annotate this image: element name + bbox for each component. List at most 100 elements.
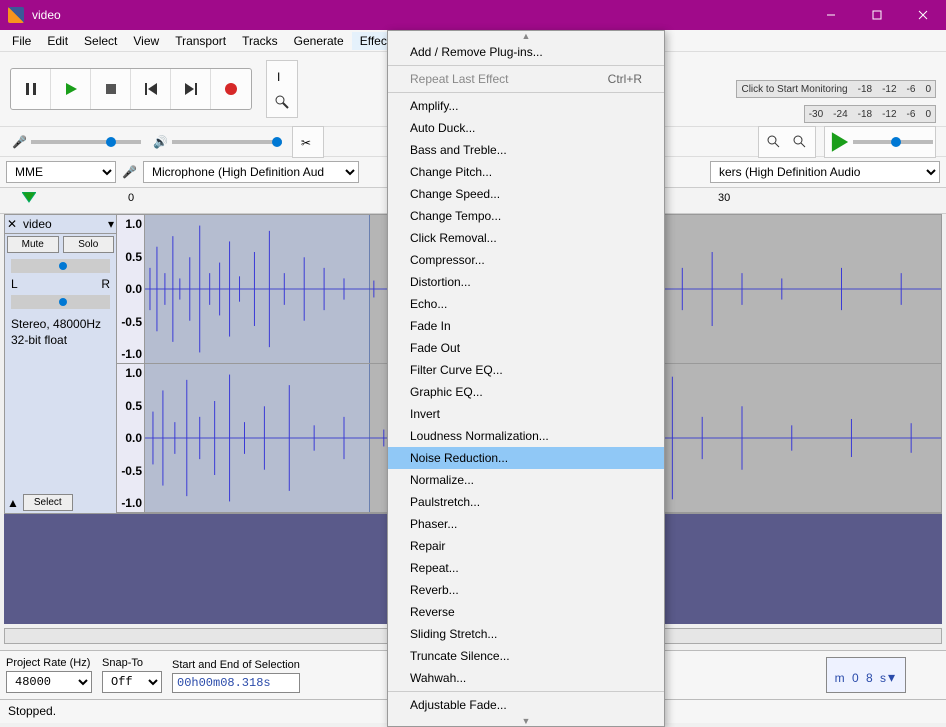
- menu-item-graphic-eq[interactable]: Graphic EQ...: [388, 381, 664, 403]
- svg-text:I: I: [277, 70, 280, 84]
- collapse-icon[interactable]: ▲: [7, 496, 19, 510]
- minimize-button[interactable]: [808, 0, 854, 30]
- input-device-icon: [122, 165, 137, 179]
- scroll-down-icon[interactable]: ▼: [388, 716, 664, 726]
- menu-file[interactable]: File: [4, 32, 39, 50]
- playback-meter[interactable]: -30 -24 -18 -12 -6 0: [804, 105, 936, 123]
- menu-generate[interactable]: Generate: [286, 32, 352, 50]
- menu-transport[interactable]: Transport: [167, 32, 234, 50]
- track-close-icon[interactable]: ✕: [7, 217, 19, 231]
- menu-tracks[interactable]: Tracks: [234, 32, 286, 50]
- menu-item-filter-curve-eq[interactable]: Filter Curve EQ...: [388, 359, 664, 381]
- mini-play-icon[interactable]: [827, 129, 853, 155]
- zoom-tools: [758, 126, 816, 158]
- menu-item-change-speed[interactable]: Change Speed...: [388, 183, 664, 205]
- titlebar: video: [0, 0, 946, 30]
- window-title: video: [32, 8, 808, 22]
- mini-transport: [824, 126, 936, 158]
- menu-item-amplify[interactable]: Amplify...: [388, 95, 664, 117]
- playback-volume: [153, 135, 282, 149]
- transport-controls: [10, 68, 252, 110]
- skip-start-button[interactable]: [131, 69, 171, 109]
- mute-button[interactable]: Mute: [7, 236, 59, 253]
- track-name[interactable]: video: [19, 217, 108, 231]
- menu-item-click-removal[interactable]: Click Removal...: [388, 227, 664, 249]
- record-volume-slider[interactable]: [31, 140, 141, 144]
- pan-slider[interactable]: [11, 295, 110, 309]
- menu-item-phaser[interactable]: Phaser...: [388, 513, 664, 535]
- zoom-in-icon[interactable]: [761, 129, 787, 155]
- speed-slider[interactable]: [853, 140, 933, 144]
- track-select-button[interactable]: Select: [23, 494, 73, 511]
- selection-tool-icon[interactable]: I: [269, 63, 295, 89]
- selection-start-field[interactable]: 00h00m08.318s: [172, 673, 300, 693]
- selection-label: Start and End of Selection: [172, 659, 300, 671]
- project-rate-label: Project Rate (Hz): [6, 657, 92, 669]
- solo-button[interactable]: Solo: [63, 236, 115, 253]
- menu-item-compressor[interactable]: Compressor...: [388, 249, 664, 271]
- speaker-icon: [153, 135, 168, 149]
- snap-to-label: Snap-To: [102, 657, 162, 669]
- menu-item-auto-duck[interactable]: Auto Duck...: [388, 117, 664, 139]
- menu-view[interactable]: View: [125, 32, 167, 50]
- menu-item-fade-out[interactable]: Fade Out: [388, 337, 664, 359]
- input-device-select[interactable]: Microphone (High Definition Aud: [143, 161, 359, 183]
- menu-select[interactable]: Select: [76, 32, 125, 50]
- y-axis: 1.00.50.0-0.5-1.0: [117, 215, 145, 363]
- menu-item-noise-reduction[interactable]: Noise Reduction...: [388, 447, 664, 469]
- menu-item-truncate-silence[interactable]: Truncate Silence...: [388, 645, 664, 667]
- menu-item-bass-and-treble[interactable]: Bass and Treble...: [388, 139, 664, 161]
- menu-item-sliding-stretch[interactable]: Sliding Stretch...: [388, 623, 664, 645]
- menu-item-add-remove-plugins[interactable]: Add / Remove Plug-ins...: [388, 41, 664, 63]
- menu-edit[interactable]: Edit: [39, 32, 76, 50]
- effect-menu-dropdown: ▲ Add / Remove Plug-ins... Repeat Last E…: [387, 30, 665, 727]
- skip-end-button[interactable]: [171, 69, 211, 109]
- gain-slider[interactable]: [11, 259, 110, 273]
- zoom-tool-icon[interactable]: [269, 89, 295, 115]
- menu-item-fade-in[interactable]: Fade In: [388, 315, 664, 337]
- stop-button[interactable]: [91, 69, 131, 109]
- record-meter[interactable]: Click to Start Monitoring -18 -12 -6 0: [736, 80, 936, 98]
- pause-button[interactable]: [11, 69, 51, 109]
- playback-volume-slider[interactable]: [172, 140, 282, 144]
- timeline-tick: 0: [128, 192, 134, 204]
- close-button[interactable]: [900, 0, 946, 30]
- play-button[interactable]: [51, 69, 91, 109]
- svg-text:✂: ✂: [301, 136, 311, 150]
- menu-item-repeat[interactable]: Repeat...: [388, 557, 664, 579]
- playhead-icon[interactable]: [22, 192, 36, 206]
- menu-item-reverse[interactable]: Reverse: [388, 601, 664, 623]
- track-menu-icon[interactable]: ▾: [108, 217, 114, 231]
- menu-item-echo[interactable]: Echo...: [388, 293, 664, 315]
- menu-item-repair[interactable]: Repair: [388, 535, 664, 557]
- mic-icon: [12, 135, 27, 149]
- menu-item-loudness-normalization[interactable]: Loudness Normalization...: [388, 425, 664, 447]
- menu-item-repeat-last-effect[interactable]: Repeat Last EffectCtrl+R: [388, 68, 664, 90]
- scroll-up-icon[interactable]: ▲: [388, 31, 664, 41]
- menu-item-normalize[interactable]: Normalize...: [388, 469, 664, 491]
- snap-to-select[interactable]: Off: [102, 671, 162, 693]
- audio-position-display[interactable]: m 0 8 s▾: [826, 657, 906, 693]
- cut-icon[interactable]: ✂: [295, 129, 321, 155]
- project-rate-select[interactable]: 48000: [6, 671, 92, 693]
- output-device-select[interactable]: kers (High Definition Audio: [710, 161, 940, 183]
- menu-item-paulstretch[interactable]: Paulstretch...: [388, 491, 664, 513]
- app-icon: [8, 7, 24, 23]
- menu-item-change-tempo[interactable]: Change Tempo...: [388, 205, 664, 227]
- timeline-tick: 30: [718, 192, 730, 204]
- audio-host-select[interactable]: MME: [6, 161, 116, 183]
- menu-item-distortion[interactable]: Distortion...: [388, 271, 664, 293]
- menu-item-adjustable-fade[interactable]: Adjustable Fade...: [388, 694, 664, 716]
- menu-item-change-pitch[interactable]: Change Pitch...: [388, 161, 664, 183]
- edit-tools: I: [266, 60, 298, 118]
- track-info: Stereo, 48000Hz 32-bit float: [5, 313, 116, 352]
- record-volume: [12, 135, 141, 149]
- status-text: Stopped.: [8, 704, 56, 718]
- zoom-out-icon[interactable]: [787, 129, 813, 155]
- maximize-button[interactable]: [854, 0, 900, 30]
- meter-label: Click to Start Monitoring: [741, 84, 847, 95]
- menu-item-reverb[interactable]: Reverb...: [388, 579, 664, 601]
- menu-item-wahwah[interactable]: Wahwah...: [388, 667, 664, 689]
- menu-item-invert[interactable]: Invert: [388, 403, 664, 425]
- record-button[interactable]: [211, 69, 251, 109]
